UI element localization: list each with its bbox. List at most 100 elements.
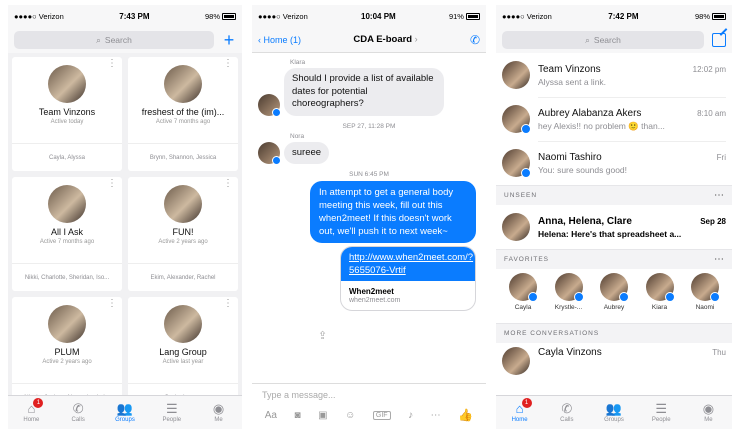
- avatar[interactable]: [258, 142, 281, 165]
- search-header: ⌕ Search: [496, 27, 732, 53]
- clock: 10:04 PM: [361, 11, 396, 21]
- favorite-contact[interactable]: Kiara: [641, 273, 679, 319]
- group-card[interactable]: ⋮ FUN! Active 2 years ago Ekim, Alexande…: [128, 177, 238, 291]
- message-thread[interactable]: Klara Should I provide a list of availab…: [252, 53, 486, 381]
- more-icon[interactable]: ⋮: [223, 299, 233, 309]
- tab-calls[interactable]: ✆ Calls: [55, 396, 102, 429]
- compose-icon[interactable]: [712, 33, 726, 47]
- conversation-item[interactable]: Aubrey Alabanza Akers 8:10 am hey Alexis!…: [496, 97, 732, 141]
- favorite-contact[interactable]: Krystle-...: [550, 273, 588, 319]
- unread-badge: 1: [521, 398, 532, 408]
- section-header-more-conversations: MORE CONVERSATIONS: [496, 323, 732, 343]
- groups-screen: ●●●●○ Verizon 7:43 PM 98% ⌕ Search + ⋮ T…: [8, 5, 242, 429]
- tab-label: Home: [23, 417, 40, 423]
- battery-icon: [465, 12, 480, 20]
- group-name: All I Ask: [50, 227, 83, 237]
- group-activity: Active 7 months ago: [155, 119, 211, 125]
- link-url[interactable]: http://www.when2meet.com/?5655076-Vrtif: [341, 247, 475, 281]
- group-card[interactable]: ⋮ freshest of the (im)... Active 7 month…: [128, 57, 238, 171]
- camera-icon[interactable]: ◙: [295, 410, 301, 421]
- text-style-button[interactable]: Aa: [265, 410, 277, 421]
- tab-people[interactable]: ☰ People: [148, 396, 195, 429]
- tab-label: Groups: [604, 417, 624, 423]
- tab-home[interactable]: ⌂ 1 Home: [496, 396, 543, 429]
- favorite-contact[interactable]: Aubrey: [595, 273, 633, 319]
- group-members: Brynn, Shannon, Jessica: [128, 143, 238, 171]
- back-button[interactable]: ‹ Home (1): [258, 35, 301, 45]
- conversation-body: Anna, Helena, Clare Sep 28 Helena: Here's…: [538, 205, 726, 249]
- more-icon[interactable]: ⋯: [714, 254, 724, 265]
- search-input[interactable]: ⌕ Search: [14, 31, 214, 49]
- search-input[interactable]: ⌕ Search: [502, 31, 704, 49]
- timestamp: SUN 6:45 PM: [349, 171, 389, 178]
- like-icon[interactable]: 👍: [458, 408, 473, 422]
- groups-icon: 👥: [605, 401, 623, 416]
- tab-people[interactable]: ☰ People: [638, 396, 685, 429]
- tab-groups[interactable]: 👥 Groups: [590, 396, 637, 429]
- avatar: [600, 273, 629, 302]
- more-icon[interactable]: ⋮: [107, 179, 117, 189]
- message-input[interactable]: Type a message...: [252, 384, 486, 406]
- mic-icon[interactable]: ♪: [408, 410, 413, 421]
- phone-icon: ✆: [561, 401, 573, 416]
- tab-groups[interactable]: 👥 Groups: [102, 396, 149, 429]
- group-card[interactable]: ⋮ Team Vinzons Active today Cayla, Alyss…: [12, 57, 122, 171]
- search-icon: ⌕: [585, 34, 590, 45]
- call-button[interactable]: ✆: [470, 33, 480, 47]
- tab-calls[interactable]: ✆ Calls: [543, 396, 590, 429]
- link-preview[interactable]: http://www.when2meet.com/?5655076-Vrtif …: [340, 246, 476, 311]
- favorite-name: Krystle-...: [554, 304, 583, 311]
- profile-icon: ◉: [702, 401, 715, 416]
- group-activity: Active 2 years ago: [158, 239, 208, 245]
- screenshot-collage: ●●●●○ Verizon 7:43 PM 98% ⌕ Search + ⋮ T…: [0, 0, 744, 434]
- search-icon: ⌕: [96, 34, 101, 45]
- conversation-title-button[interactable]: CDA E-board ›: [353, 34, 417, 45]
- conversation-body: Cayla Vinzons Thu: [538, 347, 726, 377]
- group-activity: Active 7 months ago: [39, 239, 95, 245]
- more-icon[interactable]: ⋮: [107, 299, 117, 309]
- more-icon[interactable]: ⋮: [223, 179, 233, 189]
- gif-button[interactable]: GIF: [372, 410, 391, 420]
- conversation-time: 12:02 pm: [692, 64, 726, 74]
- group-card[interactable]: ⋮ PLUM Active 2 years ago Nicole, Joshua…: [12, 297, 122, 411]
- avatar: [502, 61, 530, 89]
- group-card[interactable]: ⋮ Lang Group Active last year Cayla, Lau…: [128, 297, 238, 411]
- tab-me[interactable]: ◉ Me: [195, 396, 242, 429]
- conversation-item[interactable]: Naomi Tashiro Fri You: sure sounds good!: [496, 141, 732, 185]
- battery-percent: 98%: [204, 11, 220, 21]
- conversation-name: Aubrey Alabanza Akers: [538, 107, 642, 119]
- conversation-item[interactable]: Team Vinzons 12:02 pm Alyssa sent a link.: [496, 53, 732, 97]
- favorite-contact[interactable]: Cayla: [504, 273, 542, 319]
- avatar: [509, 273, 538, 302]
- group-name: PLUM: [54, 347, 80, 357]
- conversation-item[interactable]: Cayla Vinzons Thu: [496, 343, 732, 377]
- conversation-time: Fri: [716, 153, 726, 162]
- tab-home[interactable]: ⌂ 1 Home: [8, 396, 55, 429]
- avatar: [554, 273, 584, 302]
- photo-icon[interactable]: ▣: [318, 410, 327, 421]
- incoming-message[interactable]: sureee: [284, 141, 330, 164]
- more-icon[interactable]: ⋮: [107, 59, 117, 69]
- more-icon[interactable]: ⋯: [714, 190, 724, 201]
- outgoing-message[interactable]: In attempt to get a general body meeting…: [310, 181, 476, 243]
- incoming-message[interactable]: Should I provide a list of available dat…: [284, 68, 444, 116]
- share-icon[interactable]: ⇪: [318, 329, 327, 342]
- group-activity: Active today: [50, 119, 84, 125]
- status-bar: ●●●●○ Verizon 7:43 PM 98%: [8, 5, 242, 27]
- avatar[interactable]: [258, 93, 281, 117]
- conversation-item[interactable]: Anna, Helena, Clare Sep 28 Helena: Here's…: [496, 205, 732, 249]
- more-icon[interactable]: ⋮: [223, 59, 233, 69]
- group-card[interactable]: ⋮ All I Ask Active 7 months ago Nikki, C…: [12, 177, 122, 291]
- favorite-contact[interactable]: Naomi: [686, 273, 724, 319]
- unread-badge: 1: [33, 398, 44, 408]
- group-avatar: [48, 305, 86, 343]
- conversation-name: Anna, Helena, Clare: [538, 215, 632, 227]
- back-label: Home (1): [263, 34, 302, 45]
- tab-me[interactable]: ◉ Me: [685, 396, 732, 429]
- more-icon[interactable]: ⋯: [431, 410, 441, 421]
- emoji-icon[interactable]: ☺: [345, 410, 355, 421]
- message-row: sureee: [258, 141, 480, 165]
- status-bar: ●●●●○ Verizon 7:42 PM 98%: [496, 5, 732, 27]
- battery-status: 98%: [205, 12, 236, 21]
- new-group-button[interactable]: +: [222, 31, 236, 49]
